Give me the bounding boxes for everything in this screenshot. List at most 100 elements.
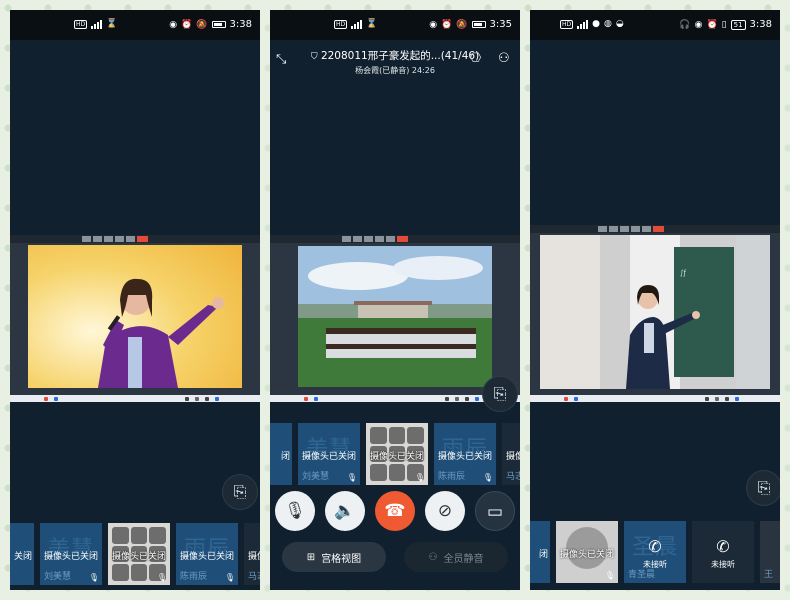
camera-toggle-button[interactable]: ⊘ (425, 491, 465, 531)
status-bar: HD ⌛ ◉ ⏰ 🔕 3:35 (270, 10, 520, 40)
eye-icon: ◉ (694, 19, 703, 30)
participant-name: 刘美慧 (44, 572, 72, 582)
participant-name: 刘美慧 (302, 472, 330, 482)
bell-off-icon: 🔕 (456, 19, 468, 30)
participant-name: 陈雨辰 (180, 572, 208, 582)
meeting-title: 2208011邢子豪发起的...(41/46) (320, 50, 480, 62)
share-toolbar (10, 235, 260, 243)
camera-off-icon: ⊘ (437, 501, 453, 521)
phone-screen-3: HD ● ◍ ◒ 🎧 ◉ ⏰ ▯ 51 3:38 ∫ƒ ⎘ 闭 摄像头已关闭 🎙… (530, 10, 780, 590)
camera-off-label: 摄像头已关闭 (437, 452, 492, 462)
speaker-button[interactable]: 🔈 (325, 491, 365, 531)
camera-off-label: 摄像头已关闭 (179, 552, 234, 562)
grid-view-label: 宫格视图 (321, 553, 362, 565)
participant-tile[interactable]: 圣晨 ✆ 未接听 青圣晨 (624, 521, 686, 583)
phone-screen-1: HD ⌛ ◉ ⏰ 🔕 3:38 ⎘ 关闭 美慧 摄像头已关闭 刘美慧 🎙 摄像头… (10, 10, 260, 590)
alarm-icon: ⏰ (181, 19, 193, 30)
camera-off-label: 关闭 (13, 552, 32, 562)
status-left: HD ⌛ (74, 19, 117, 29)
participant-tile[interactable]: 摄像头 马志 (502, 423, 520, 485)
meeting-header[interactable]: ⛉ 2208011邢子豪发起的...(41/46) 杨会霞(已静音) 24:26 (304, 48, 486, 76)
share-toolbar (530, 225, 780, 233)
hourglass-icon: ⌛ (106, 19, 118, 29)
share-toolbar (270, 235, 520, 243)
participant-tile[interactable]: 王 (760, 521, 780, 583)
status-time: 3:38 (229, 19, 252, 30)
status-left: HD ⌛ (334, 19, 377, 29)
hd-chip: HD (560, 19, 574, 29)
mute-all-label: 全员静音 (443, 553, 484, 565)
headphones-icon: 🎧 (679, 19, 691, 30)
shield-icon: ⛉ (310, 52, 318, 62)
participants-button[interactable]: ⚇ (498, 51, 510, 66)
rotate-screen-button[interactable]: ⎘ (222, 474, 258, 510)
shared-screen[interactable] (270, 235, 520, 395)
participant-tile[interactable]: 摄像头已关闭 🎙 (366, 423, 428, 485)
participant-tile[interactable]: ✆ 未接听 (692, 521, 754, 583)
status-right: 🎧 ◉ ⏰ ▯ 51 3:38 (679, 19, 772, 30)
grid-view-button[interactable]: ⊞ 宫格视图 (282, 542, 386, 572)
shared-screen[interactable]: ∫ƒ (530, 225, 780, 395)
participant-name: 青圣晨 (628, 570, 656, 580)
signal-icon (91, 19, 103, 29)
participant-tile[interactable]: 关闭 (10, 523, 34, 585)
phone-screen-2: HD ⌛ ◉ ⏰ 🔕 3:35 ⤡ ⛉ 2208011邢子豪发起的...(41/… (270, 10, 520, 590)
collapse-icon: ⤡ (276, 52, 287, 67)
mic-off-icon: 🎙 (224, 573, 235, 582)
status-time: 3:35 (489, 19, 512, 30)
grid-icon: ⊞ (306, 551, 316, 563)
camera-off-label: 摄像头已关闭 (111, 552, 166, 562)
mic-off-icon: 🎙 (346, 473, 357, 482)
participant-strip: 闭 美慧 摄像头已关闭 刘美慧 🎙 摄像头已关闭 🎙 雨辰 摄像头已关闭 陈雨辰… (270, 423, 520, 485)
hd-chip: HD (334, 19, 348, 29)
status-bar: HD ⌛ ◉ ⏰ 🔕 3:38 (10, 10, 260, 40)
call-status: 未接听 (711, 560, 735, 569)
participant-tile[interactable]: 雨辰 摄像头已关闭 陈雨辰 🎙 (434, 423, 496, 485)
mic-off-icon: 🎙 (156, 573, 167, 582)
phone-icon: ✆ (648, 537, 662, 556)
shared-video-singer (28, 245, 242, 388)
participant-tile[interactable]: 摄像头已关闭 🎙 (108, 523, 170, 585)
battery-icon (211, 21, 226, 28)
participant-name: 王 (764, 570, 774, 580)
status-bar: HD ● ◍ ◒ 🎧 ◉ ⏰ ▯ 51 3:38 (530, 10, 780, 40)
share-toolbar-buttons (82, 236, 148, 242)
share-screen-button[interactable]: ▭ (475, 491, 515, 531)
rotate-screen-icon: ⎘ (493, 384, 507, 403)
participant-name: 陈雨辰 (438, 472, 466, 482)
rotate-screen-button[interactable]: ⎘ (482, 376, 518, 412)
participant-tile[interactable]: 摄像头已关闭 🎙 (556, 521, 618, 583)
participant-name: 马志 (248, 572, 260, 582)
camera-off-label: 摄像头已关闭 (369, 452, 424, 462)
participant-tile[interactable]: 闭 (270, 423, 292, 485)
mic-toggle-button[interactable]: 🎙 (275, 491, 315, 531)
message-icon: ◍ (604, 19, 612, 29)
mic-off-icon: 🎙 (604, 571, 615, 580)
status-left: HD ● ◍ ◒ (560, 19, 624, 29)
camera-off-label: 摄像头已关闭 (301, 452, 356, 462)
mute-all-button[interactable]: ⚇ 全员静音 (404, 542, 508, 572)
switch-camera-button[interactable]: ⎔ (470, 51, 481, 66)
shared-video-group-photo (298, 246, 492, 387)
signal-icon (351, 19, 363, 29)
participant-tile[interactable]: 摄像头 马志 (244, 523, 260, 585)
participant-tile[interactable]: 美慧 摄像头已关闭 刘美慧 🎙 (298, 423, 360, 485)
shared-screen[interactable] (10, 235, 260, 395)
participant-tile[interactable]: 美慧 摄像头已关闭 刘美慧 🎙 (40, 523, 102, 585)
participant-name: 马志 (506, 472, 520, 482)
share-toolbar-buttons (342, 236, 408, 242)
hangup-button[interactable]: ☎ (375, 491, 415, 531)
meeting-subtitle: 杨会霞(已静音) 24:26 (355, 66, 435, 75)
share-toolbar-buttons (598, 226, 664, 232)
signal-icon (577, 19, 589, 29)
svg-text:∫ƒ: ∫ƒ (680, 269, 687, 277)
participant-tile[interactable]: 闭 (530, 521, 550, 583)
collapse-button[interactable]: ⤡ (276, 52, 286, 67)
mic-off-icon: 🎙 (414, 473, 425, 482)
participant-tile[interactable]: 雨辰 摄像头已关闭 陈雨辰 🎙 (176, 523, 238, 585)
mic-off-icon: 🎙 (88, 573, 99, 582)
rotate-screen-icon: ⎘ (233, 482, 247, 501)
eye-icon: ◉ (169, 19, 178, 30)
rotate-screen-button[interactable]: ⎘ (746, 470, 780, 506)
status-time: 3:38 (749, 19, 772, 30)
